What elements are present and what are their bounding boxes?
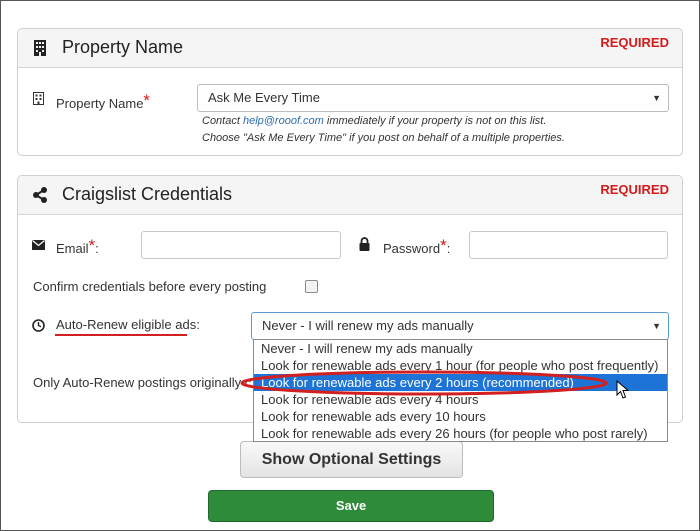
password-field[interactable] [469, 231, 668, 259]
required-star: * [440, 236, 447, 255]
email-label: Email*: [56, 236, 99, 258]
mouse-cursor-icon [616, 380, 630, 399]
show-optional-settings-button[interactable]: Show Optional Settings [240, 441, 463, 478]
share-icon [33, 187, 47, 203]
note-prefix: Contact [202, 115, 243, 127]
autorenew-label: Auto-Renew eligible ads: [56, 317, 200, 332]
chevron-down-icon: ▼ [652, 321, 661, 331]
property-note-line2: Choose "Ask Me Every Time" if you post o… [202, 132, 565, 144]
property-name-label: Property Name* [56, 91, 151, 113]
credentials-panel-title: Craigslist Credentials [62, 184, 233, 204]
property-name-select-value: Ask Me Every Time [208, 90, 320, 105]
confirm-credentials-checkbox[interactable] [305, 280, 318, 293]
envelope-icon [32, 240, 45, 250]
email-field[interactable] [141, 231, 341, 259]
building-icon [34, 40, 46, 56]
required-badge: REQUIRED [600, 182, 669, 197]
password-colon: : [446, 241, 451, 256]
autorenew-option[interactable]: Look for renewable ads every 10 hours [254, 408, 667, 425]
email-label-text: Email [56, 241, 89, 256]
property-panel: Property Name REQUIRED Property Name* As… [17, 28, 683, 156]
highlight-ellipse [240, 370, 608, 396]
autorenew-option[interactable]: Look for renewable ads every 26 hours (f… [254, 425, 667, 442]
property-panel-header: Property Name REQUIRED [18, 29, 682, 68]
only-autorenew-label: Only Auto-Renew postings originally c [33, 375, 252, 390]
required-star: * [88, 236, 96, 255]
property-note-line1: Contact help@rooof.com immediately if yo… [202, 115, 546, 127]
save-button[interactable]: Save [208, 490, 494, 522]
required-star: * [143, 91, 151, 110]
required-badge: REQUIRED [600, 35, 669, 50]
autorenew-option[interactable]: Never - I will renew my ads manually [254, 340, 667, 357]
autorenew-select-value: Never - I will renew my ads manually [262, 318, 474, 333]
password-label: Password*: [383, 236, 451, 258]
property-name-select[interactable]: Ask Me Every Time ▼ [197, 84, 669, 112]
clock-icon [32, 319, 45, 332]
credentials-panel-header: Craigslist Credentials REQUIRED [18, 176, 682, 215]
chevron-down-icon: ▼ [652, 93, 661, 103]
email-colon: : [95, 241, 99, 256]
note-suffix: immediately if your property is not on t… [323, 115, 547, 127]
password-label-text: Password [383, 241, 441, 256]
property-name-label-text: Property Name [56, 96, 144, 111]
confirm-credentials-label: Confirm credentials before every posting [33, 279, 267, 294]
property-panel-title: Property Name [62, 37, 184, 57]
support-email-link[interactable]: help@rooof.com [243, 115, 324, 127]
autorenew-select[interactable]: Never - I will renew my ads manually ▼ [251, 312, 669, 340]
autorenew-label-underline [55, 334, 187, 336]
building-small-icon [33, 92, 44, 105]
lock-icon [359, 237, 370, 251]
